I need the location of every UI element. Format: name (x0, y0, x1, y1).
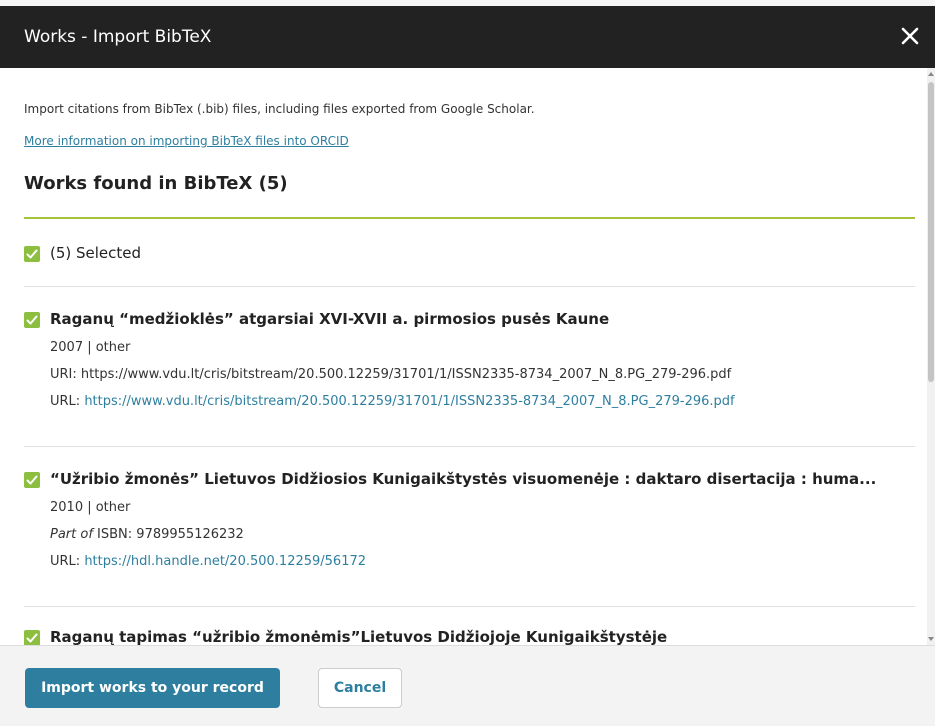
work-1-uri-label: URI: (50, 367, 81, 382)
dialog-footer: Import works to your record Cancel (0, 645, 935, 726)
work-1-title: Raganų “medžioklės” atgarsiai XVI-XVII a… (50, 310, 610, 328)
more-info-link[interactable]: More information on importing BibTeX fil… (24, 134, 349, 148)
close-icon[interactable] (899, 25, 921, 47)
work-3-checkbox[interactable] (24, 630, 40, 645)
select-all-checkbox[interactable] (24, 246, 40, 262)
work-2-part-of-label: Part of (50, 527, 93, 542)
divider (24, 606, 915, 607)
work-2-title: “Užribio žmonės” Lietuvos Didžiosios Kun… (50, 470, 877, 488)
work-2-isbn: Part of ISBN: 9789955126232 (50, 527, 244, 542)
work-2-url: URL: https://hdl.handle.net/20.500.12259… (50, 554, 366, 569)
works-found-heading: Works found in BibTeX (5) (24, 173, 288, 194)
heading-divider (24, 217, 915, 219)
work-2-meta: 2010 | other (50, 500, 131, 515)
import-works-button[interactable]: Import works to your record (25, 668, 280, 708)
select-all-label: (5) Selected (50, 244, 142, 262)
divider (24, 286, 915, 287)
work-1-checkbox[interactable] (24, 312, 40, 328)
scrollbar-thumb[interactable] (928, 82, 934, 382)
work-1-url: URL: https://www.vdu.lt/cris/bitstream/2… (50, 394, 735, 409)
work-2-isbn-value: ISBN: 9789955126232 (92, 527, 244, 542)
dialog-body: Import citations from BibTex (.bib) file… (0, 68, 935, 645)
import-bibtex-dialog: Works - Import BibTeX Import citations f… (0, 0, 935, 726)
dialog-title-bar: Works - Import BibTeX (0, 6, 935, 68)
work-3-title: Raganų tapimas “užribio žmonėmis”Lietuvo… (50, 628, 668, 645)
work-1-meta: 2007 | other (50, 340, 131, 355)
scroll-down-arrow-icon[interactable] (928, 637, 934, 641)
cancel-button[interactable]: Cancel (318, 668, 402, 708)
vertical-scrollbar[interactable] (927, 68, 935, 645)
work-2-checkbox[interactable] (24, 472, 40, 488)
work-2-url-label: URL: (50, 554, 85, 569)
work-1-uri: URI: https://www.vdu.lt/cris/bitstream/2… (50, 367, 731, 382)
work-2-url-link[interactable]: https://hdl.handle.net/20.500.12259/5617… (84, 554, 366, 569)
work-1-url-label: URL: (50, 394, 85, 409)
dialog-title: Works - Import BibTeX (24, 27, 212, 47)
divider (24, 446, 915, 447)
work-1-uri-value: https://www.vdu.lt/cris/bitstream/20.500… (80, 367, 732, 382)
work-1-url-link[interactable]: https://www.vdu.lt/cris/bitstream/20.500… (84, 394, 734, 409)
intro-text: Import citations from BibTex (.bib) file… (24, 102, 535, 116)
scroll-up-arrow-icon[interactable] (928, 72, 934, 76)
